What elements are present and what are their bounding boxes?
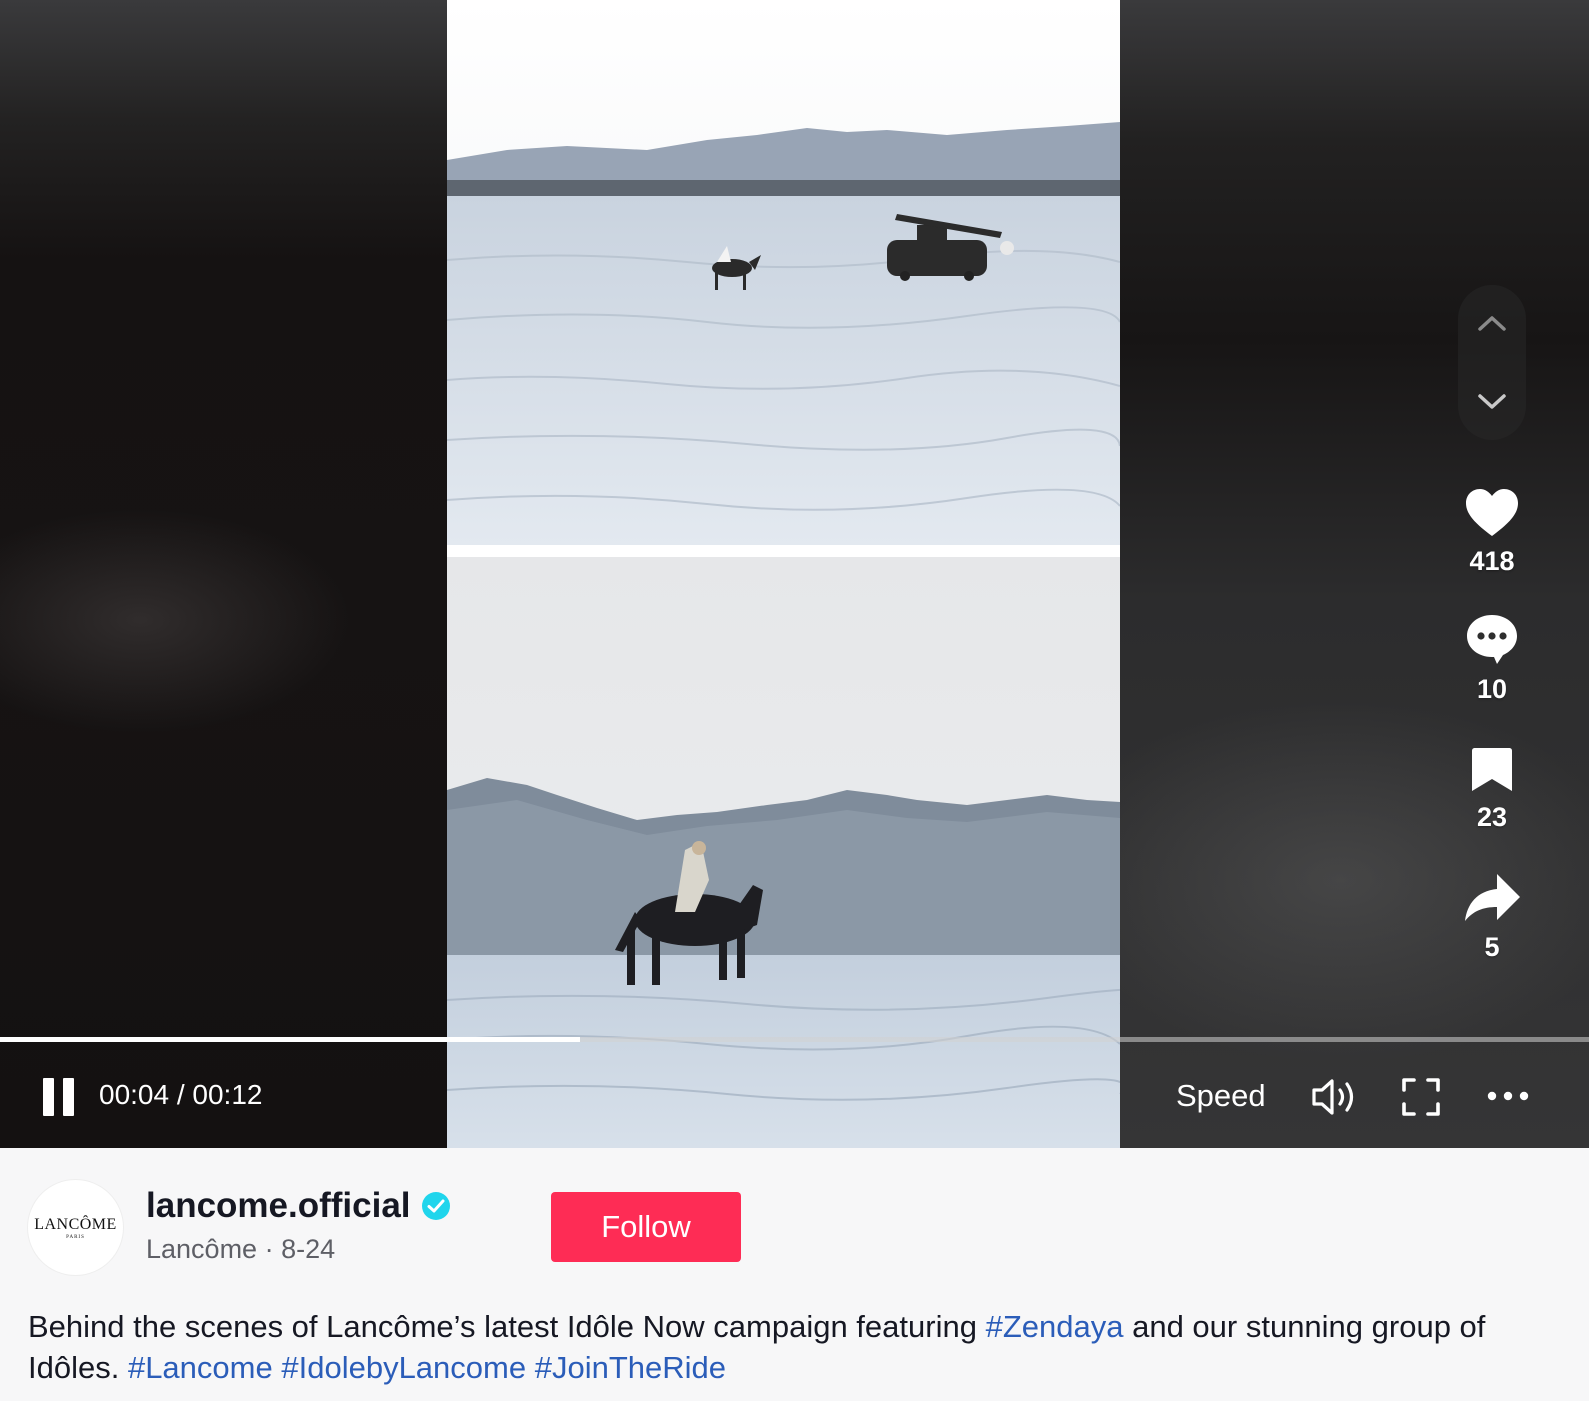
username: lancome.official (146, 1186, 411, 1225)
author-subline: Lancôme · 8-24 (146, 1234, 335, 1265)
blurred-background-left (0, 0, 447, 1148)
fullscreen-icon (1402, 1078, 1440, 1116)
hashtag-link[interactable]: #Lancome (128, 1350, 273, 1385)
pause-icon (43, 1078, 54, 1116)
speed-button[interactable]: Speed (1176, 1078, 1266, 1114)
post-date: 8-24 (281, 1234, 336, 1264)
share-arrow-icon (1465, 874, 1520, 921)
caption-text: Behind the scenes of Lancôme’s latest Id… (28, 1309, 986, 1344)
avatar[interactable]: LANCÔME PARIS (28, 1180, 123, 1275)
fullscreen-button[interactable] (1401, 1077, 1441, 1122)
separator: · (257, 1234, 282, 1264)
share-button[interactable]: 5 (1452, 872, 1532, 963)
chevron-down-icon (1478, 394, 1506, 409)
pause-button[interactable] (40, 1076, 80, 1118)
video-content (447, 0, 1120, 1148)
share-count: 5 (1484, 932, 1500, 962)
heart-icon (1466, 489, 1518, 536)
previous-video-button[interactable] (1458, 289, 1526, 357)
avatar-logo-text: LANCÔME (34, 1215, 117, 1233)
next-video-button[interactable] (1458, 368, 1526, 436)
username-link[interactable]: lancome.official (146, 1186, 451, 1226)
video-navigation (1458, 285, 1526, 440)
progress-fill (0, 1037, 580, 1042)
chevron-up-icon (1478, 316, 1506, 331)
video-caption: Behind the scenes of Lancôme’s latest Id… (28, 1306, 1558, 1388)
hashtag-link[interactable]: #IdolebyLancome (281, 1350, 526, 1385)
save-button[interactable]: 23 (1452, 746, 1532, 833)
comment-bubble-icon (1467, 615, 1517, 664)
video-frame[interactable] (447, 0, 1120, 1148)
more-icon (1487, 1091, 1529, 1101)
progress-bar[interactable] (0, 1037, 1589, 1042)
volume-icon (1312, 1079, 1354, 1115)
more-options-button[interactable] (1485, 1086, 1531, 1111)
avatar-logo-subtext: PARIS (66, 1234, 85, 1240)
hashtag-link[interactable]: #Zendaya (986, 1309, 1124, 1344)
save-count: 23 (1476, 802, 1508, 832)
bookmark-icon (1472, 748, 1512, 791)
pause-icon-bar (63, 1078, 74, 1116)
like-button[interactable]: 418 (1452, 488, 1532, 577)
comment-button[interactable]: 10 (1452, 612, 1532, 705)
video-player[interactable]: 418 10 23 5 00:04 / 00:12 Speed (0, 0, 1589, 1148)
like-count: 418 (1469, 546, 1515, 576)
time-display: 00:04 / 00:12 (99, 1079, 263, 1110)
verified-badge-icon (421, 1191, 451, 1221)
follow-button[interactable]: Follow (551, 1192, 741, 1262)
comment-count: 10 (1476, 674, 1508, 704)
hashtag-link[interactable]: #JoinTheRide (535, 1350, 726, 1385)
display-name: Lancôme (146, 1234, 258, 1264)
volume-button[interactable] (1310, 1076, 1360, 1123)
